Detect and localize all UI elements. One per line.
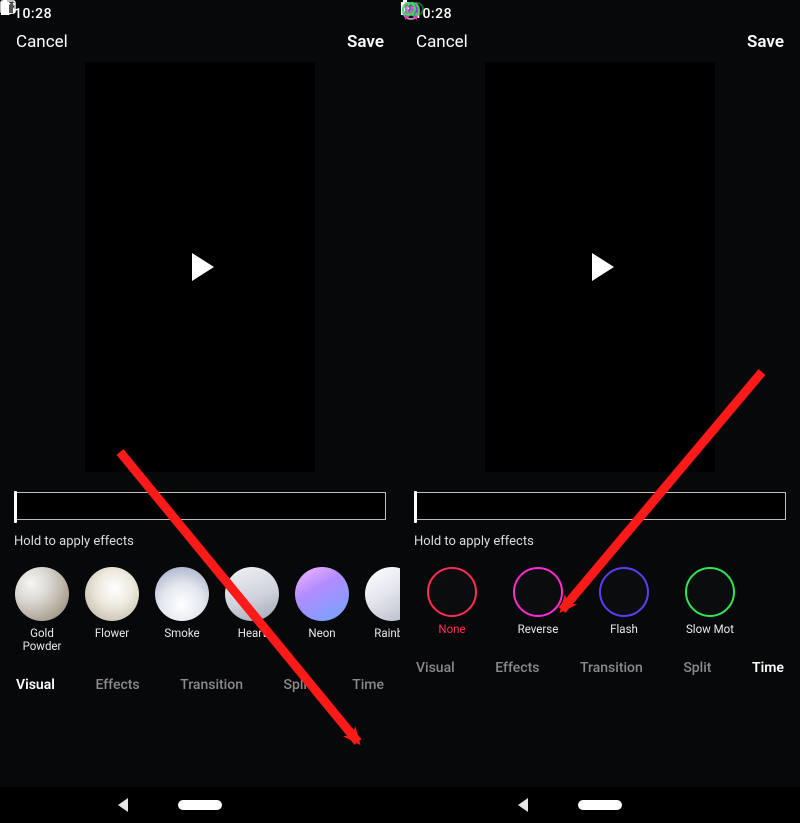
save-button[interactable]: Save	[347, 32, 384, 52]
tab-visual[interactable]: Visual	[416, 660, 455, 676]
timeline[interactable]	[14, 492, 386, 520]
tab-effects[interactable]: Effects	[95, 677, 139, 693]
none-icon	[427, 567, 477, 617]
effect-label: Rainbo	[374, 627, 400, 640]
status-time: 10:28	[14, 6, 52, 22]
effects-strip[interactable]: None Reverse Flash Slow Mot	[400, 549, 800, 636]
android-nav-bar	[0, 787, 400, 823]
status-bar: 10:28	[0, 0, 400, 26]
effect-heart[interactable]: Heart	[224, 567, 280, 653]
tab-transition[interactable]: Transition	[180, 677, 243, 693]
tab-transition[interactable]: Transition	[580, 660, 643, 676]
home-pill[interactable]	[178, 800, 222, 810]
reverse-icon	[513, 567, 563, 617]
effect-category-tabs: Visual Effects Transition Split Time	[0, 653, 400, 693]
effect-flower[interactable]: Flower	[84, 567, 140, 653]
effect-label: Flash	[610, 623, 638, 636]
tab-split[interactable]: Split	[683, 660, 711, 676]
cancel-button[interactable]: Cancel	[416, 32, 468, 52]
effects-strip[interactable]: Gold Powder Flower Smoke Heart Neon Rain…	[0, 549, 400, 653]
save-button[interactable]: Save	[747, 32, 784, 52]
flash-icon	[599, 567, 649, 617]
effect-none[interactable]: None	[424, 567, 480, 636]
effect-thumb	[15, 567, 69, 621]
effect-neon[interactable]: Neon	[294, 567, 350, 653]
back-icon[interactable]	[518, 798, 528, 812]
effect-label: Heart	[238, 627, 267, 640]
screenshot-right: 10:28 Cancel Save Hold to apply effects	[400, 0, 800, 823]
effect-label: Slow Mot	[686, 623, 734, 636]
effect-category-tabs: Visual Effects Transition Split Time	[400, 636, 800, 676]
effect-label: None	[438, 623, 465, 636]
effect-reverse[interactable]: Reverse	[510, 567, 566, 636]
home-pill[interactable]	[578, 800, 622, 810]
play-icon[interactable]	[192, 253, 214, 281]
slow-motion-icon	[685, 567, 735, 617]
back-icon[interactable]	[118, 798, 128, 812]
cancel-button[interactable]: Cancel	[16, 32, 68, 52]
tab-visual[interactable]: Visual	[16, 677, 55, 693]
timeline-cursor[interactable]	[414, 491, 417, 523]
effect-thumb	[365, 567, 400, 621]
effect-thumb	[85, 567, 139, 621]
effect-label: Neon	[308, 627, 335, 640]
effect-gold-powder[interactable]: Gold Powder	[14, 567, 70, 653]
tab-time[interactable]: Time	[752, 660, 784, 676]
tab-time[interactable]: Time	[352, 677, 384, 693]
screenshot-left: 10:28 Cancel Save	[0, 0, 400, 823]
hint-text: Hold to apply effects	[400, 520, 800, 549]
effect-label: Flower	[95, 627, 129, 640]
effect-thumb	[295, 567, 349, 621]
effect-flash[interactable]: Flash	[596, 567, 652, 636]
picture-icon	[58, 7, 74, 21]
effect-rainbow[interactable]: Rainbo	[364, 567, 400, 653]
hint-text: Hold to apply effects	[0, 520, 400, 549]
tab-split[interactable]: Split	[284, 677, 312, 693]
nav-bar: Cancel Save	[400, 26, 800, 62]
effect-label: Gold Powder	[14, 627, 70, 653]
effect-label: Smoke	[164, 627, 199, 640]
effect-smoke[interactable]: Smoke	[154, 567, 210, 653]
status-bar: 10:28	[400, 0, 800, 26]
effect-thumb	[155, 567, 209, 621]
video-preview[interactable]	[0, 62, 400, 472]
effect-thumb	[225, 567, 279, 621]
timeline[interactable]	[414, 492, 786, 520]
timeline-cursor[interactable]	[14, 491, 17, 523]
video-preview[interactable]	[400, 62, 800, 472]
android-nav-bar	[400, 787, 800, 823]
tab-effects[interactable]: Effects	[495, 660, 539, 676]
nav-bar: Cancel Save	[0, 26, 400, 62]
effect-label: Reverse	[518, 623, 559, 636]
play-icon[interactable]	[592, 253, 614, 281]
effect-slow-motion[interactable]: Slow Mot	[682, 567, 738, 636]
